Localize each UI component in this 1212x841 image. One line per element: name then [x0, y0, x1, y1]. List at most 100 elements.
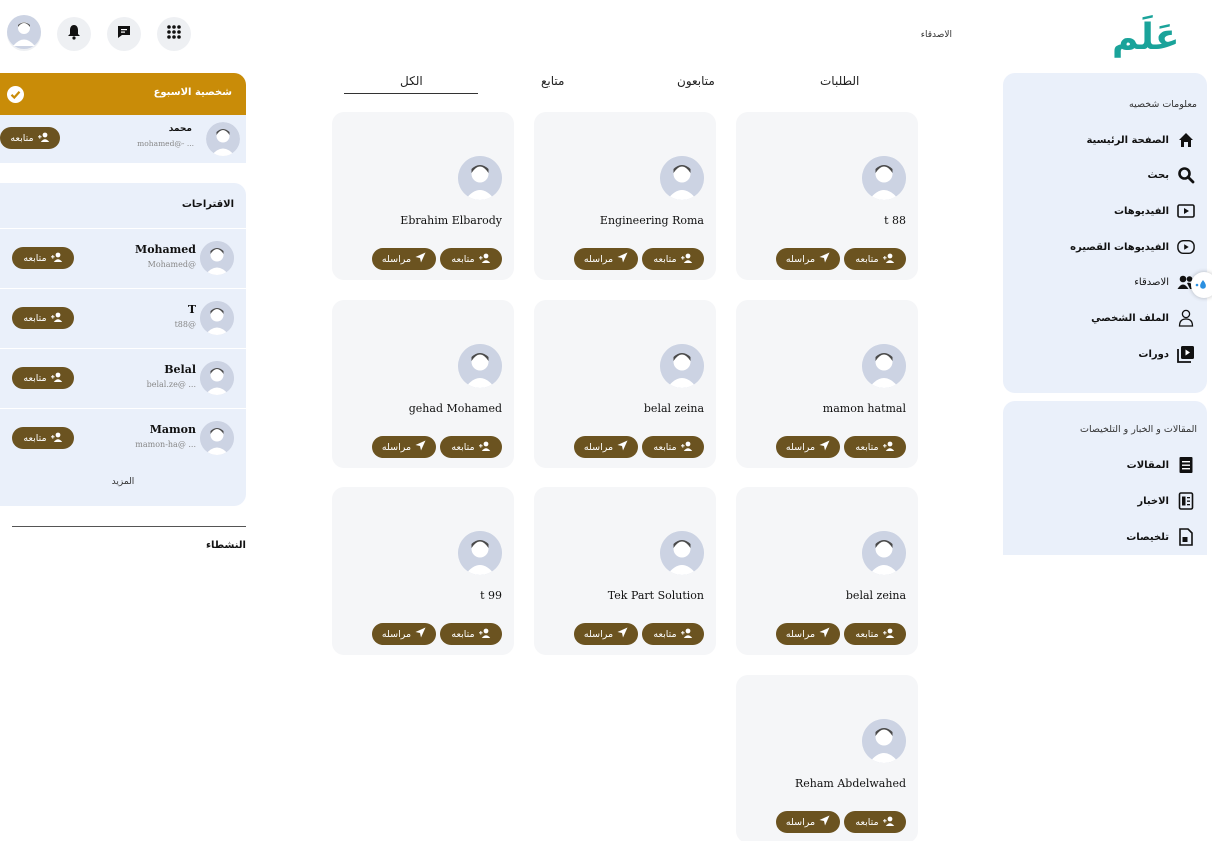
follow-button[interactable]: متابعه: [440, 248, 502, 270]
message-button[interactable]: مراسله: [574, 623, 638, 645]
page-title: الاصدقاء: [920, 30, 952, 40]
suggestion-name[interactable]: Mamon: [150, 423, 196, 436]
message-button[interactable]: مراسله: [776, 436, 840, 458]
show-more-link[interactable]: المزيد: [0, 477, 246, 487]
follow-button[interactable]: متابعه: [0, 127, 60, 149]
home-icon: [1177, 131, 1195, 149]
suggestions-card: الاقتراحات Mohamed Mohamed@ متابعه T t88…: [0, 183, 246, 506]
follow-button[interactable]: متابعه: [844, 811, 906, 833]
friend-name[interactable]: Ebrahim Elbarody: [400, 214, 502, 227]
tab-requests[interactable]: الطلبات: [820, 74, 859, 88]
personal-info-nav: معلومات شخصيه الصفحة الرئيسية بحث الفيدي…: [1003, 73, 1207, 393]
avatar[interactable]: [206, 122, 240, 156]
add-user-icon: [478, 253, 491, 266]
avatar[interactable]: [458, 344, 502, 388]
avatar[interactable]: [862, 531, 906, 575]
send-icon: [819, 440, 830, 454]
nav-item-courses[interactable]: دورات: [1005, 343, 1195, 365]
nav-item-friends[interactable]: الاصدقاء: [1005, 271, 1195, 293]
brand-logo[interactable]: عَلَم: [1112, 14, 1180, 62]
avatar[interactable]: [660, 344, 704, 388]
message-label: مراسله: [785, 816, 816, 828]
suggestion-name[interactable]: Mohamed: [135, 243, 196, 256]
nav-item-shorts[interactable]: الفيديوهات القصيره: [1005, 236, 1195, 258]
follow-button[interactable]: متابعه: [440, 623, 502, 645]
follow-button[interactable]: متابعه: [440, 436, 502, 458]
friend-card: Tek Part Solution متابعه مراسله: [534, 487, 716, 655]
friend-name[interactable]: Engineering Roma: [600, 214, 704, 227]
nav-section-title-2: المقالات و الخبار و التلخيصات: [1080, 424, 1197, 435]
message-button[interactable]: مراسله: [574, 248, 638, 270]
nav-item-summaries[interactable]: تلخيصات: [1005, 526, 1195, 548]
follow-button[interactable]: متابعه: [12, 247, 74, 269]
add-user-icon: [50, 432, 63, 445]
messages-button[interactable]: [107, 17, 141, 51]
follow-button[interactable]: متابعه: [12, 367, 74, 389]
friend-name[interactable]: belal zeina: [846, 589, 906, 602]
avatar[interactable]: [200, 301, 234, 335]
add-user-icon: [882, 628, 895, 641]
send-icon: [617, 627, 628, 641]
follow-button[interactable]: متابعه: [12, 307, 74, 329]
avatar[interactable]: [660, 531, 704, 575]
follow-button[interactable]: متابعه: [12, 427, 74, 449]
friend-name[interactable]: t 88: [884, 214, 906, 227]
send-icon: [819, 627, 830, 641]
avatar[interactable]: [458, 531, 502, 575]
message-button[interactable]: مراسله: [776, 811, 840, 833]
follow-label: متابعه: [451, 441, 475, 453]
suggestion-name[interactable]: T: [188, 303, 196, 316]
follow-label: متابعه: [23, 312, 47, 324]
avatar[interactable]: [862, 344, 906, 388]
tab-followers[interactable]: متابعون: [677, 74, 715, 88]
message-button[interactable]: مراسله: [776, 248, 840, 270]
profile-avatar-button[interactable]: [7, 15, 41, 51]
friend-card: t 88 متابعه مراسله: [736, 112, 918, 280]
friend-name[interactable]: belal zeina: [644, 402, 704, 415]
avatar[interactable]: [660, 156, 704, 200]
follow-button[interactable]: متابعه: [642, 623, 704, 645]
avatar[interactable]: [200, 361, 234, 395]
avatar[interactable]: [458, 156, 502, 200]
nav-item-videos[interactable]: الفيديوهات: [1005, 200, 1195, 222]
follow-button[interactable]: متابعه: [642, 436, 704, 458]
nav-item-home[interactable]: الصفحة الرئيسية: [1005, 129, 1195, 151]
avatar[interactable]: [862, 156, 906, 200]
add-user-icon: [882, 253, 895, 266]
message-button[interactable]: مراسله: [372, 623, 436, 645]
friend-name[interactable]: Tek Part Solution: [608, 589, 704, 602]
tab-all[interactable]: الكل: [400, 74, 423, 88]
follow-button[interactable]: متابعه: [642, 248, 704, 270]
nav-item-search[interactable]: بحث: [1005, 164, 1195, 186]
nav-item-articles[interactable]: المقالات: [1005, 454, 1195, 476]
friend-name[interactable]: gehad Mohamed: [409, 402, 502, 415]
follow-button[interactable]: متابعه: [844, 623, 906, 645]
person-of-week-name[interactable]: محمد: [169, 124, 192, 134]
message-button[interactable]: مراسله: [372, 436, 436, 458]
message-button[interactable]: مراسله: [776, 623, 840, 645]
friend-name[interactable]: t 99: [480, 589, 502, 602]
message-button[interactable]: مراسله: [574, 436, 638, 458]
suggestion-name[interactable]: Belal: [164, 363, 196, 376]
avatar[interactable]: [200, 241, 234, 275]
avatar[interactable]: [862, 719, 906, 763]
friend-name[interactable]: Reham Abdelwahed: [795, 777, 906, 790]
message-label: مراسله: [381, 441, 412, 453]
follow-button[interactable]: متابعه: [844, 436, 906, 458]
follow-label: متابعه: [855, 253, 879, 265]
notifications-button[interactable]: [57, 17, 91, 51]
nav-item-news[interactable]: الاخبار: [1005, 490, 1195, 512]
avatar[interactable]: [200, 421, 234, 455]
message-label: مراسله: [785, 628, 816, 640]
drop-icon: [1195, 276, 1209, 295]
message-button[interactable]: مراسله: [372, 248, 436, 270]
friend-name[interactable]: mamon hatmal: [823, 402, 906, 415]
side-drawer-toggle[interactable]: [1191, 272, 1212, 298]
follow-button[interactable]: متابعه: [844, 248, 906, 270]
send-icon: [819, 252, 830, 266]
apps-menu-button[interactable]: [157, 17, 191, 51]
nav-item-profile[interactable]: الملف الشخصي: [1005, 307, 1195, 329]
tab-following[interactable]: متابع: [541, 74, 564, 88]
suggestion-row: Mohamed Mohamed@ متابعه: [0, 228, 246, 288]
add-user-icon: [680, 628, 693, 641]
